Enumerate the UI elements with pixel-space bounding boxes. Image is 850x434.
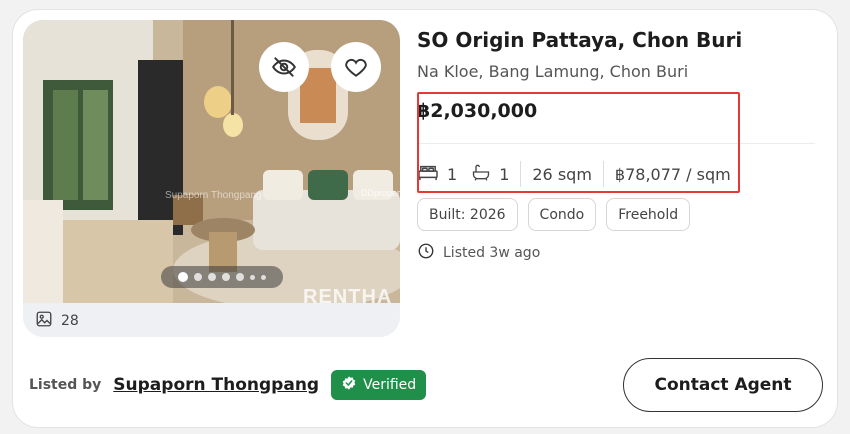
- listing-card[interactable]: Supaporn Thongpang DDproper RENTHA 28 SO…: [12, 9, 838, 428]
- agent-name-link[interactable]: Supaporn Thongpang: [113, 375, 319, 395]
- carousel-dot[interactable]: [261, 274, 266, 280]
- agent-info: Listed by Supaporn Thongpang Verified: [29, 370, 427, 400]
- rentha-watermark: RENTHA: [303, 286, 393, 303]
- photo-count: 28: [35, 310, 79, 332]
- eye-off-icon: [271, 54, 297, 80]
- favorite-button[interactable]: [331, 42, 381, 92]
- heart-icon: [343, 54, 369, 80]
- agent-watermark: Supaporn Thongpang: [165, 190, 262, 201]
- gallery-icon: [35, 310, 53, 332]
- tag-built-year: Built: 2026: [417, 198, 518, 231]
- listed-by-label: Listed by: [29, 377, 102, 393]
- carousel-dot[interactable]: [178, 272, 188, 282]
- listing-photo[interactable]: Supaporn Thongpang DDproper RENTHA: [23, 20, 400, 303]
- contact-agent-button[interactable]: Contact Agent: [623, 358, 823, 412]
- carousel-dot[interactable]: [194, 273, 202, 281]
- tag-tenure: Freehold: [606, 198, 691, 231]
- photo-section: Supaporn Thongpang DDproper RENTHA 28: [23, 20, 400, 337]
- price-highlight-box: [417, 92, 740, 193]
- verified-label: Verified: [363, 377, 417, 393]
- photo-count-value: 28: [61, 313, 79, 329]
- carousel-dot[interactable]: [208, 273, 216, 281]
- carousel-dot[interactable]: [236, 273, 244, 281]
- hide-listing-button[interactable]: [259, 42, 309, 92]
- listing-location: Na Kloe, Bang Lamung, Chon Buri: [417, 62, 689, 81]
- listing-tags: Built: 2026 Condo Freehold: [417, 198, 691, 231]
- carousel-dot[interactable]: [250, 274, 255, 280]
- ddproperty-watermark: DDproper: [361, 188, 400, 198]
- verified-badge: Verified: [331, 370, 427, 400]
- check-badge-icon: [341, 375, 357, 395]
- listed-time: Listed 3w ago: [417, 242, 540, 264]
- carousel-indicator[interactable]: [161, 266, 283, 288]
- listing-title[interactable]: SO Origin Pattaya, Chon Buri: [417, 28, 742, 52]
- tag-property-type: Condo: [527, 198, 597, 231]
- listed-time-label: Listed 3w ago: [443, 245, 541, 261]
- carousel-dot[interactable]: [222, 273, 230, 281]
- clock-icon: [417, 242, 435, 264]
